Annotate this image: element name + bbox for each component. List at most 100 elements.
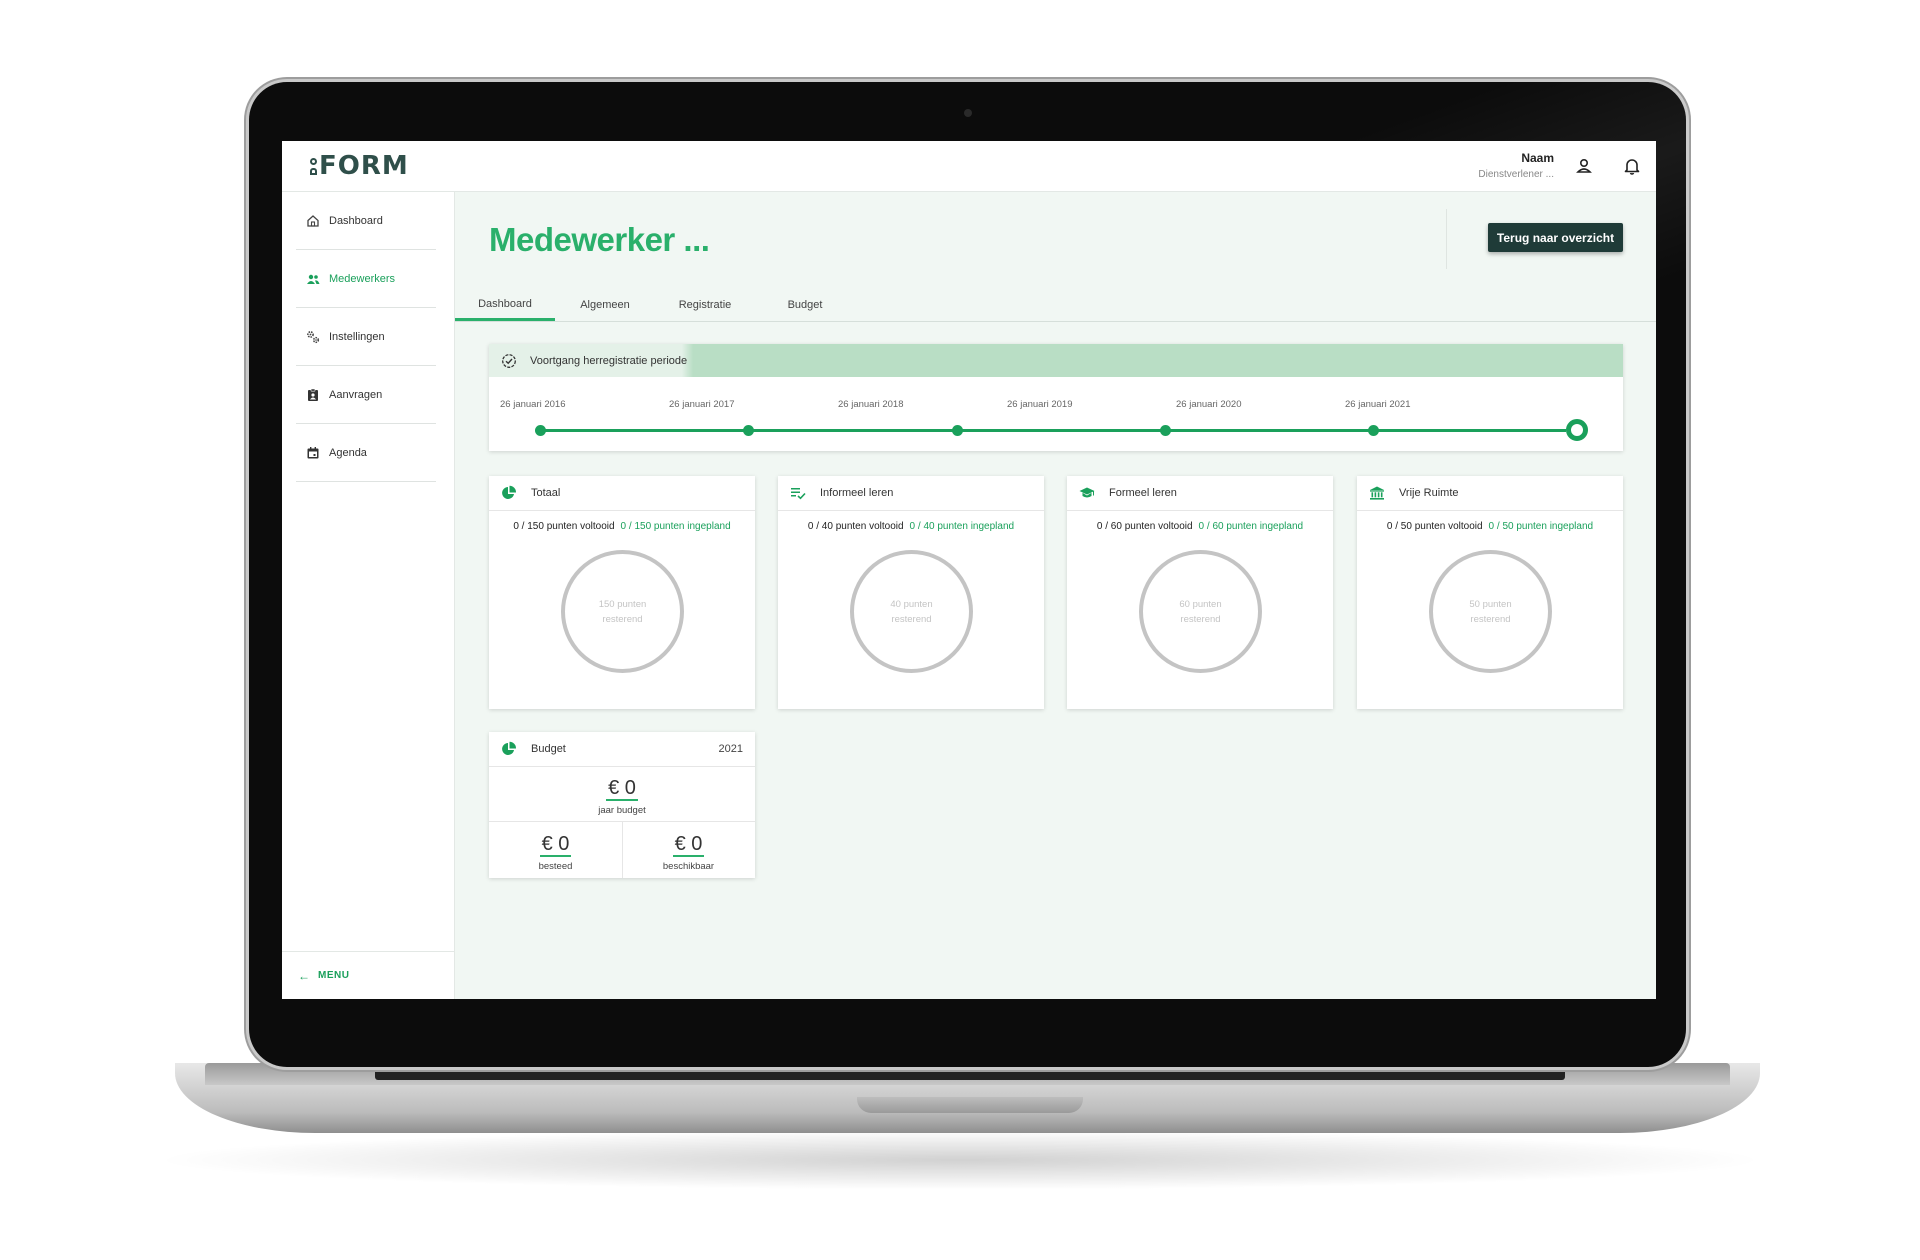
top-bar: FORM Naam Dienstverlener ... xyxy=(282,141,1656,192)
user-info[interactable]: Naam Dienstverlener ... xyxy=(1478,151,1554,180)
sidebar-item-dashboard[interactable]: Dashboard xyxy=(296,192,436,250)
card-header: Formeel leren xyxy=(1067,476,1333,511)
remaining-points-ring: 40 punten resterend xyxy=(850,550,973,673)
remaining-points-label: resterend xyxy=(1180,613,1221,625)
tab-registratie[interactable]: Registratie xyxy=(655,289,755,321)
year-budget: € 0 jaar budget xyxy=(489,777,755,816)
home-icon xyxy=(307,214,319,227)
sidebar-item-label: Aanvragen xyxy=(329,388,383,401)
points-completed: 0 / 150 punten voltooid xyxy=(513,521,615,532)
menu-toggle-button[interactable]: ← MENU xyxy=(282,951,454,999)
user-role: Dienstverlener ... xyxy=(1478,169,1554,180)
sidebar: Dashboard Medewerkers Instellingen Aanvr… xyxy=(282,192,455,999)
points-planned: 0 / 60 punten ingepland xyxy=(1198,521,1304,532)
registration-progress-card: Voortgang herregistratie periode 26 janu… xyxy=(489,344,1623,451)
remaining-points-label: resterend xyxy=(602,613,643,625)
list-check-icon xyxy=(791,488,806,500)
card-header: Totaal xyxy=(489,476,755,511)
user-name: Naam xyxy=(1521,151,1554,165)
back-to-overview-button[interactable]: Terug naar overzicht xyxy=(1488,223,1623,252)
card-header: Budget 2021 xyxy=(489,732,755,767)
webcam xyxy=(964,109,972,117)
budget-card[interactable]: Budget 2021 € 0 jaar budget € 0 besteed … xyxy=(489,732,755,878)
tab-dashboard[interactable]: Dashboard xyxy=(455,289,555,321)
points-card-informeel-leren[interactable]: Informeel leren 0 / 40 punten voltooid 0 … xyxy=(778,476,1044,709)
timeline-date: 26 januari 2018 xyxy=(838,399,904,410)
points-completed: 0 / 40 punten voltooid xyxy=(807,521,904,532)
available-amount: € 0 xyxy=(672,833,705,857)
bank-icon xyxy=(1370,486,1384,500)
timeline-date: 26 januari 2016 xyxy=(500,399,566,410)
header-divider xyxy=(1446,209,1447,269)
year-budget-label: jaar budget xyxy=(598,805,646,816)
points-summary: 0 / 50 punten voltooid 0 / 50 punten inge… xyxy=(1357,521,1623,532)
pie-chart-icon xyxy=(502,485,517,499)
year-budget-amount: € 0 xyxy=(606,777,638,801)
timeline-date: 26 januari 2019 xyxy=(1007,399,1073,410)
remaining-points-value: 60 punten xyxy=(1179,598,1222,610)
sidebar-item-label: Instellingen xyxy=(329,330,385,343)
points-completed: 0 / 60 punten voltooid xyxy=(1096,521,1193,532)
sidebar-item-aanvragen[interactable]: Aanvragen xyxy=(296,366,436,424)
calendar-icon xyxy=(307,446,319,458)
sidebar-item-label: Agenda xyxy=(329,446,367,459)
app-logo[interactable]: FORM xyxy=(310,153,409,179)
spent-budget: € 0 besteed xyxy=(489,833,622,872)
points-card-formeel-leren[interactable]: Formeel leren 0 / 60 punten voltooid 0 / … xyxy=(1067,476,1333,709)
timeline-marker xyxy=(743,425,754,436)
pie-chart-icon xyxy=(502,741,517,755)
spent-amount: € 0 xyxy=(539,833,572,857)
remaining-points-label: resterend xyxy=(891,613,932,625)
card-header: Vrije Ruimte xyxy=(1357,476,1623,511)
card-title: Informeel leren xyxy=(820,487,894,499)
spent-label: besteed xyxy=(538,861,573,872)
tab-bar: Dashboard Algemeen Registratie Budget xyxy=(455,289,1656,322)
budget-year: 2021 xyxy=(718,743,743,755)
sidebar-item-instellingen[interactable]: Instellingen xyxy=(296,308,436,366)
logo-mark xyxy=(310,157,317,175)
graduation-cap-icon xyxy=(1079,487,1095,498)
timeline-date: 26 januari 2017 xyxy=(669,399,735,410)
sidebar-item-medewerkers[interactable]: Medewerkers xyxy=(296,250,436,308)
sidebar-item-label: Medewerkers xyxy=(329,272,396,285)
menu-label: MENU xyxy=(318,970,350,981)
points-summary: 0 / 40 punten voltooid 0 / 40 punten inge… xyxy=(778,521,1044,532)
remaining-points-ring: 60 punten resterend xyxy=(1139,550,1262,673)
card-header: Informeel leren xyxy=(778,476,1044,511)
page-title: Medewerker ... xyxy=(489,221,710,258)
points-card-totaal[interactable]: Totaal 0 / 150 punten voltooid 0 / 150 pu… xyxy=(489,476,755,709)
points-card-vrije-ruimte[interactable]: Vrije Ruimte 0 / 50 punten voltooid 0 / 5… xyxy=(1357,476,1623,709)
app-screen: FORM Naam Dienstverlener ... Dashboard M… xyxy=(282,141,1656,999)
laptop-shadow xyxy=(150,1130,1770,1190)
user-icon[interactable] xyxy=(1574,156,1594,176)
card-title: Totaal xyxy=(531,487,561,499)
bell-icon[interactable] xyxy=(1622,156,1642,176)
timeline-current-marker xyxy=(1566,419,1588,441)
clipboard-user-icon xyxy=(308,388,318,401)
points-completed: 0 / 50 punten voltooid xyxy=(1386,521,1483,532)
users-icon xyxy=(307,274,320,284)
laptop-notch xyxy=(857,1097,1083,1113)
gears-icon xyxy=(307,330,320,343)
progress-card-header: Voortgang herregistratie periode xyxy=(489,344,1623,377)
card-title: Vrije Ruimte xyxy=(1399,487,1459,499)
available-budget: € 0 beschikbaar xyxy=(622,833,755,872)
points-planned: 0 / 40 punten ingepland xyxy=(909,521,1015,532)
timeline-marker xyxy=(1160,425,1171,436)
points-planned: 0 / 50 punten ingepland xyxy=(1488,521,1594,532)
clock-check-icon xyxy=(502,353,516,368)
remaining-points-value: 50 punten xyxy=(1469,598,1512,610)
remaining-points-value: 40 punten xyxy=(890,598,933,610)
laptop-keyboard-edge xyxy=(375,1066,1565,1080)
remaining-points-ring: 50 punten resterend xyxy=(1429,550,1552,673)
card-title: Formeel leren xyxy=(1109,487,1177,499)
timeline-marker xyxy=(1368,425,1379,436)
tab-budget[interactable]: Budget xyxy=(755,289,855,321)
timeline-track xyxy=(540,429,1566,432)
tab-algemeen[interactable]: Algemeen xyxy=(555,289,655,321)
sidebar-item-label: Dashboard xyxy=(329,214,383,227)
points-summary: 0 / 60 punten voltooid 0 / 60 punten inge… xyxy=(1067,521,1333,532)
remaining-points-ring: 150 punten resterend xyxy=(561,550,684,673)
sidebar-item-agenda[interactable]: Agenda xyxy=(296,424,436,482)
card-title: Budget xyxy=(531,743,566,755)
